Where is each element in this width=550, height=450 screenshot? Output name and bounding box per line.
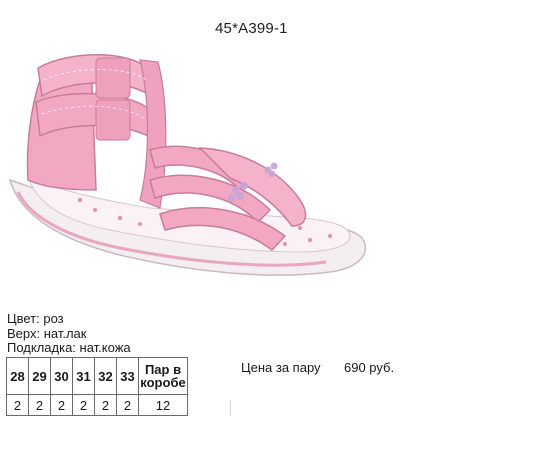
size-count: 2 <box>94 394 117 416</box>
size-count: 2 <box>6 394 29 416</box>
pairs-per-box-header-line2: коробе <box>140 375 186 390</box>
pairs-per-box-value: 12 <box>138 394 188 416</box>
size-header-row: 28 29 30 31 32 33 Пар в коробе <box>6 357 188 395</box>
size-table: 28 29 30 31 32 33 Пар в коробе 2 2 2 2 2… <box>6 357 188 416</box>
price-label: Цена за пару <box>241 360 321 375</box>
size-count: 2 <box>72 394 95 416</box>
product-attributes: Цвет: роз Верх: нат.лак Подкладка: нат.к… <box>7 311 131 356</box>
pairs-per-box-header: Пар в коробе <box>138 357 188 395</box>
size-header: 31 <box>72 357 95 395</box>
size-header: 28 <box>6 357 29 395</box>
upper-material-attribute: Верх: нат.лак <box>7 325 87 341</box>
size-header: 33 <box>116 357 139 395</box>
price-value: 690 руб. <box>344 360 395 375</box>
color-attribute: Цвет: роз <box>7 311 64 326</box>
size-count: 2 <box>28 394 51 416</box>
size-count: 2 <box>116 394 139 416</box>
size-header: 29 <box>28 357 51 395</box>
lining-material-attribute: Подкладка: нат.кожа <box>7 340 131 355</box>
size-header: 30 <box>50 357 73 395</box>
size-header: 32 <box>94 357 117 395</box>
product-sku: 45*А399-1 <box>215 20 288 37</box>
product-image <box>8 54 367 276</box>
size-count: 2 <box>50 394 73 416</box>
size-count-row: 2 2 2 2 2 2 12 <box>6 394 188 416</box>
divider <box>230 400 231 416</box>
